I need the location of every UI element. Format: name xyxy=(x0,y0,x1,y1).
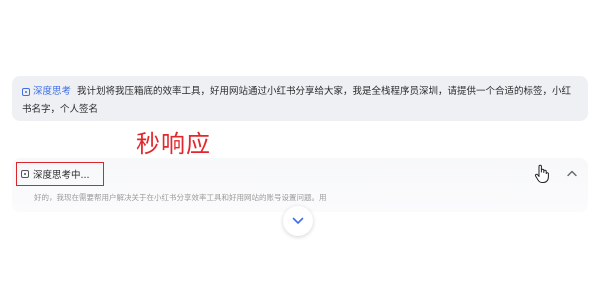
deep-think-icon xyxy=(22,88,30,96)
chat-view: 深度思考 我计划将我压箱底的效率工具，好用网站通过小红书分享给大家，我是全栈程序… xyxy=(0,0,600,299)
user-message-bubble: 深度思考 我计划将我压箱底的效率工具，好用网站通过小红书分享给大家，我是全栈程序… xyxy=(12,76,588,121)
thinking-status[interactable]: 深度思考中... xyxy=(16,162,104,186)
thinking-panel: 深度思考中... 好的，我现在需要帮用户解决关于在小红书分享效率工具和好用网站的… xyxy=(12,158,588,212)
deep-think-badge-label: 深度思考 xyxy=(33,86,72,97)
thinking-status-label: 深度思考中... xyxy=(33,170,90,181)
hand-cursor-icon xyxy=(535,164,549,183)
collapse-toggle-button[interactable] xyxy=(566,167,578,179)
thinking-preview-text: 好的，我现在需要帮用户解决关于在小红书分享效率工具和好用网站的账号设置问题。用 xyxy=(34,193,327,202)
deep-think-icon xyxy=(21,170,29,178)
chevron-down-icon xyxy=(292,217,304,224)
scroll-down-button[interactable] xyxy=(283,206,313,236)
user-message-text: 我计划将我压箱底的效率工具，好用网站通过小红书分享给大家，我是全栈程序员深圳，请… xyxy=(22,86,572,115)
speed-annotation: 秒响应 xyxy=(136,130,211,158)
deep-think-badge: 深度思考 xyxy=(22,83,71,101)
chevron-up-icon xyxy=(567,170,577,176)
